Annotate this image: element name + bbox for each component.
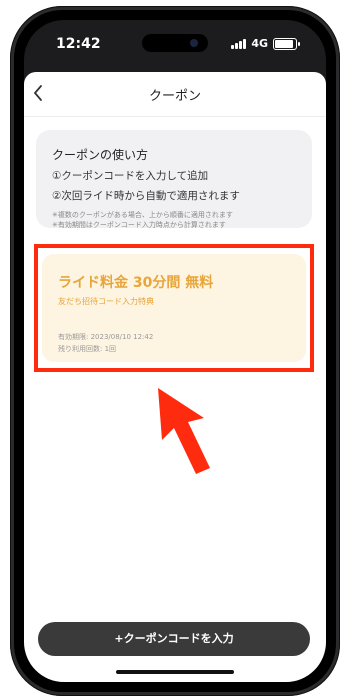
phone-frame: 12:42 4G クーポン クーポンの使い方 ①クーポンコードを入力して追加 ②… [10, 6, 340, 696]
phone-screen: 12:42 4G クーポン クーポンの使い方 ①クーポンコードを入力して追加 ②… [24, 20, 326, 682]
nav-bar: クーポン [24, 72, 326, 117]
battery-icon [273, 37, 297, 50]
how-to-note-2: ✳︎有効期間はクーポンコード入力時点から計算されます [52, 221, 226, 229]
page-title: クーポン [148, 89, 201, 104]
battery-nub [298, 41, 300, 46]
pointer-arrow-icon [158, 388, 210, 474]
how-to-note-1: ✳︎複数のクーポンがある場合、上から順番に適用されます [52, 211, 233, 219]
how-to-step-2: ②次回ライド時から自動で適用されます [52, 190, 240, 202]
status-time: 12:42 [56, 36, 101, 52]
coupon-sheet: クーポン クーポンの使い方 ①クーポンコードを入力して追加 ②次回ライド時から自… [24, 72, 326, 682]
how-to-heading: クーポンの使い方 [52, 148, 149, 162]
signal-icon [231, 38, 247, 49]
status-bar: 12:42 4G [24, 20, 326, 66]
home-indicator [116, 670, 234, 674]
network-label: 4G [251, 37, 268, 50]
highlight-box [34, 244, 314, 372]
how-to-card: クーポンの使い方 ①クーポンコードを入力して追加 ②次回ライド時から自動で適用さ… [36, 130, 312, 229]
how-to-step-1: ①クーポンコードを入力して追加 [52, 170, 209, 182]
enter-coupon-code-button[interactable]: +クーポンコードを入力 [38, 622, 310, 656]
status-right: 4G [231, 37, 300, 50]
